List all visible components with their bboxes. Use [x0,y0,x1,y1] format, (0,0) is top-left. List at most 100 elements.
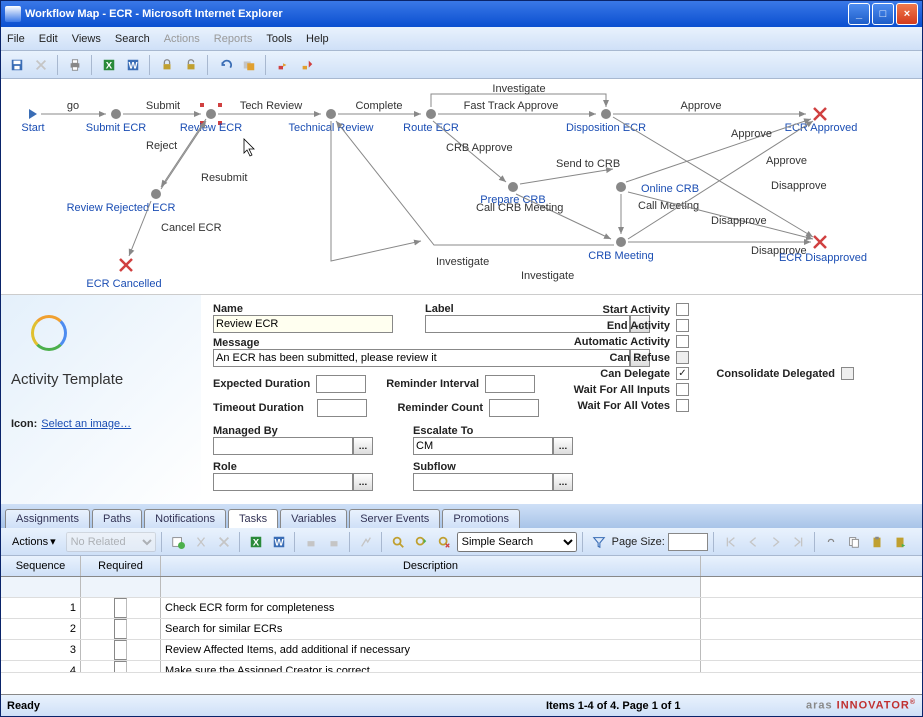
unlock-icon[interactable] [181,55,201,75]
role-field[interactable] [213,473,353,491]
save-icon[interactable] [7,55,27,75]
svg-text:Fast Track Approve: Fast Track Approve [464,100,559,112]
versions-icon[interactable] [239,55,259,75]
menu-views[interactable]: Views [72,33,101,45]
actions-menu[interactable]: Actions ▾ [5,532,63,551]
automatic-activity-checkbox[interactable] [676,335,689,348]
print-icon[interactable] [65,55,85,75]
maximize-button[interactable]: □ [872,3,894,25]
lock-icon[interactable] [157,55,177,75]
next-page-icon[interactable] [766,532,786,552]
search-icon[interactable] [388,532,408,552]
excel-icon[interactable]: X [99,55,119,75]
subflow-field[interactable] [413,473,553,491]
node-review-rejected-ecr: Review Rejected ECR [67,202,176,214]
undo-icon[interactable] [215,55,235,75]
promote-icon[interactable] [273,55,293,75]
paste-icon[interactable] [867,532,887,552]
new-row-icon[interactable] [168,532,188,552]
page-size-input[interactable] [668,533,708,551]
tab-tasks[interactable]: Tasks [228,509,278,528]
expected-duration-field[interactable] [316,375,366,393]
message-field[interactable] [213,349,630,367]
svg-text:Submit: Submit [146,100,180,112]
link-icon[interactable] [821,532,841,552]
tab-server-events[interactable]: Server Events [349,509,440,528]
timeout-duration-field[interactable] [317,399,367,417]
excel-export-icon[interactable]: X [246,532,266,552]
workflow-diagram[interactable]: Start go Submit ECR Submit Review ECR Te… [1,79,922,294]
consolidate-delegated-label: Consolidate Delegated [705,368,835,380]
icon-label: Icon: [11,418,37,430]
launch-icon[interactable] [297,55,317,75]
required-checkbox[interactable] [114,661,127,673]
prev-page-icon[interactable] [743,532,763,552]
search-x-icon[interactable] [434,532,454,552]
menu-search[interactable]: Search [115,33,150,45]
wait-votes-checkbox[interactable] [676,399,689,412]
last-page-icon[interactable] [789,532,809,552]
svg-text:Reject: Reject [146,140,177,152]
unlock-row-icon[interactable] [324,532,344,552]
reminder-interval-field[interactable] [485,375,535,393]
tab-promotions[interactable]: Promotions [442,509,520,528]
col-required[interactable]: Required [81,556,161,576]
wait-inputs-checkbox[interactable] [676,383,689,396]
node-review-ecr: Review ECR [180,122,242,134]
required-checkbox[interactable] [114,598,127,618]
node-start: Start [21,122,44,134]
tab-paths[interactable]: Paths [92,509,142,528]
close-button[interactable]: × [896,3,918,25]
tab-assignments[interactable]: Assignments [5,509,90,528]
main-toolbar: X W [1,51,922,79]
escalate-to-field[interactable] [413,437,553,455]
col-description[interactable]: Description [161,556,701,576]
word-icon[interactable]: W [123,55,143,75]
svg-text:Investigate: Investigate [436,256,489,268]
can-refuse-label: Can Refuse [570,352,670,364]
delete-icon[interactable] [31,55,51,75]
word-export-icon[interactable]: W [269,532,289,552]
svg-text:Disapprove: Disapprove [711,215,767,227]
cut-icon[interactable] [191,532,211,552]
menu-file[interactable]: File [7,33,25,45]
end-activity-checkbox[interactable] [676,319,689,332]
start-activity-checkbox[interactable] [676,303,689,316]
filter-icon[interactable] [589,532,609,552]
menu-edit[interactable]: Edit [39,33,58,45]
tab-notifications[interactable]: Notifications [144,509,226,528]
menu-tools[interactable]: Tools [266,33,292,45]
node-crb-meeting: CRB Meeting [588,250,653,262]
search-clear-icon[interactable] [411,532,431,552]
search-type-select[interactable]: Simple Search [457,532,577,552]
col-sequence[interactable]: Sequence [1,556,81,576]
can-delegate-checkbox[interactable]: ✓ [676,367,689,380]
svg-text:Approve: Approve [766,155,807,167]
select-image-link[interactable]: Select an image… [41,418,131,430]
reminder-count-field[interactable] [489,399,539,417]
filter-row[interactable] [1,577,922,598]
minimize-button[interactable]: _ [848,3,870,25]
consolidate-delegated-checkbox[interactable] [841,367,854,380]
menu-help[interactable]: Help [306,33,329,45]
can-refuse-checkbox[interactable] [676,351,689,364]
managed-by-field[interactable] [213,437,353,455]
subflow-picker-button[interactable]: … [553,473,573,491]
managed-by-picker-button[interactable]: … [353,437,373,455]
first-page-icon[interactable] [720,532,740,552]
promote-row-icon[interactable] [356,532,376,552]
role-picker-button[interactable]: … [353,473,373,491]
required-checkbox[interactable] [114,619,127,639]
node-ecr-disapproved: ECR Disapproved [779,252,867,264]
copy-icon[interactable] [844,532,864,552]
paste-special-icon[interactable] [890,532,910,552]
table-row: 1Check ECR form for completeness [1,598,922,619]
tab-variables[interactable]: Variables [280,509,347,528]
required-checkbox[interactable] [114,640,127,660]
escalate-to-picker-button[interactable]: … [553,437,573,455]
name-field[interactable] [213,315,393,333]
node-disposition-ecr: Disposition ECR [566,122,646,134]
expected-duration-label: Expected Duration [213,378,310,390]
delete-row-icon[interactable] [214,532,234,552]
lock-row-icon[interactable] [301,532,321,552]
